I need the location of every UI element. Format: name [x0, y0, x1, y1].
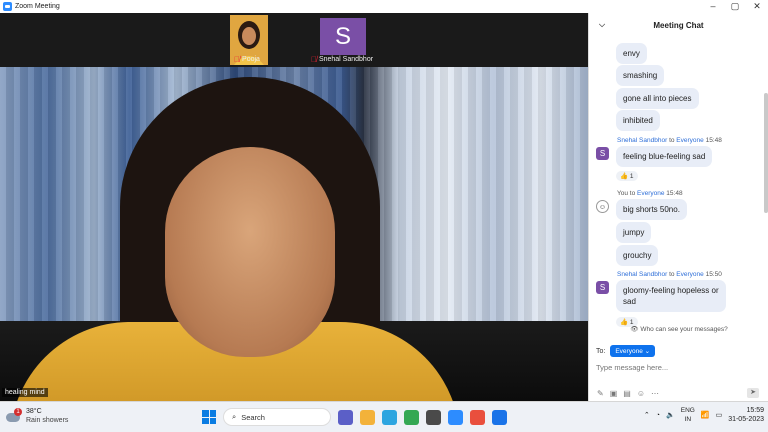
- chat-message-input[interactable]: [596, 360, 762, 374]
- volume-icon[interactable]: 🔈: [666, 411, 675, 419]
- sender-avatar: S: [596, 147, 609, 160]
- eye-icon: 👁: [630, 326, 639, 333]
- mic-muted-icon: 🎙̸: [234, 55, 241, 64]
- to-label: To:: [596, 347, 606, 355]
- calculator-icon[interactable]: [426, 409, 441, 425]
- chat-title: Meeting Chat: [653, 20, 704, 30]
- participant-tile-pooja[interactable]: 🎙̸ Pooja: [202, 15, 292, 65]
- format-icon[interactable]: ✎: [597, 389, 604, 398]
- system-tray: ⌃ ◔ 🔈 ENG IN 📶 ▭ 15:59 31-05-2023: [644, 406, 764, 424]
- more-icon[interactable]: ⋯: [651, 389, 659, 398]
- message-meta: Snehal Sandbhor to Everyone 15:50: [617, 271, 722, 278]
- language-indicator[interactable]: ENG IN: [681, 406, 695, 424]
- rain-cloud-icon: 1: [4, 408, 22, 424]
- reaction-badge[interactable]: 👍 1: [616, 171, 638, 181]
- video-stage: 🎙̸ Pooja S 🎙̸ Snehal Sandbhor healing mi…: [0, 13, 588, 401]
- chat-panel: ⌵ Meeting Chat envy smashing gone all in…: [588, 13, 768, 401]
- clock[interactable]: 15:59 31-05-2023: [728, 406, 764, 424]
- file-icon[interactable]: ▤: [623, 389, 631, 398]
- chat-message: gone all into pieces: [616, 88, 699, 109]
- window-controls: – ▢ ✕: [702, 0, 768, 13]
- chat-toolbar: ✎ ▣ ▤ ☺ ⋯: [597, 389, 659, 398]
- chat-message: jumpy: [616, 222, 652, 243]
- image-icon[interactable]: ▣: [610, 389, 618, 398]
- chrome-profile-icon[interactable]: [470, 409, 485, 425]
- participant-strip: 🎙̸ Pooja S 🎙̸ Snehal Sandbhor: [0, 13, 588, 67]
- network-icon[interactable]: ◔: [656, 412, 660, 419]
- active-speaker-video: healing mind: [0, 67, 588, 401]
- weather-desc: Rain showers: [26, 417, 69, 424]
- windows-taskbar: 1 38°C Rain showers ⌕ Search ⌃ ◔ 🔈 ENG I…: [0, 401, 768, 432]
- speaker-name-label: healing mind: [2, 388, 48, 397]
- windows-start-icon[interactable]: [202, 410, 216, 424]
- send-icon[interactable]: ➤: [747, 388, 759, 398]
- zoom-app-icon: [3, 2, 12, 11]
- message-meta: Snehal Sandbhor to Everyone 15:48: [617, 137, 722, 144]
- zoom-icon[interactable]: [448, 409, 463, 425]
- weather-alert-badge: 1: [14, 408, 22, 416]
- taskbar-search[interactable]: ⌕ Search: [223, 408, 331, 426]
- privacy-link[interactable]: 👁 Who can see your messages?: [589, 325, 768, 333]
- chat-message-list[interactable]: envy smashing gone all into pieces inhib…: [589, 37, 763, 333]
- chat-message: envy: [616, 43, 647, 64]
- telegram-icon[interactable]: [382, 409, 397, 425]
- close-button[interactable]: ✕: [746, 0, 768, 13]
- battery-icon[interactable]: ▭: [716, 411, 723, 419]
- chat-message: gloomy-feeling hopeless or sad: [616, 280, 726, 312]
- window-titlebar: Zoom Meeting – ▢ ✕: [0, 0, 768, 13]
- chat-message: grouchy: [616, 245, 659, 266]
- maximize-button[interactable]: ▢: [724, 0, 746, 13]
- taskbar-apps: ⌕ Search: [202, 408, 507, 426]
- wifi-icon[interactable]: 📶: [701, 411, 710, 419]
- speaker-face: [165, 147, 335, 357]
- mic-muted-icon: 🎙̸: [310, 55, 317, 64]
- participant-avatar: S: [320, 18, 366, 55]
- file-explorer-icon[interactable]: [360, 409, 375, 425]
- chevron-down-icon[interactable]: ⌵: [599, 20, 605, 30]
- chat-message: feeling blue-feeling sad: [616, 146, 713, 167]
- weather-temp: 38°C: [26, 408, 42, 415]
- search-icon: ⌕: [232, 412, 237, 421]
- chat-message: smashing: [616, 65, 665, 86]
- chat-scrollbar[interactable]: [764, 93, 768, 213]
- recipient-row: To: Everyone ⌄: [596, 345, 656, 357]
- teams-chat-icon[interactable]: [338, 409, 353, 425]
- self-avatar-icon: ☺: [596, 200, 609, 213]
- emoji-icon[interactable]: ☺: [637, 389, 645, 398]
- weather-widget[interactable]: 1 38°C Rain showers: [4, 407, 68, 425]
- window-title: Zoom Meeting: [15, 3, 60, 10]
- participant-tile-snehal[interactable]: S 🎙̸ Snehal Sandbhor: [292, 15, 392, 65]
- edge-icon[interactable]: [492, 409, 507, 425]
- chat-message: inhibited: [616, 110, 660, 131]
- minimize-button[interactable]: –: [702, 0, 724, 13]
- message-meta: You to Everyone 15:48: [617, 190, 683, 197]
- chevron-up-icon[interactable]: ⌃: [644, 411, 650, 419]
- sender-avatar: S: [596, 281, 609, 294]
- participant-name: Snehal Sandbhor: [318, 56, 374, 63]
- chrome-icon[interactable]: [404, 409, 419, 425]
- chat-message: big shorts 50no.: [616, 199, 687, 220]
- participant-name: Pooja: [242, 56, 260, 63]
- recipient-dropdown[interactable]: Everyone ⌄: [610, 345, 656, 357]
- chat-header: ⌵ Meeting Chat: [589, 13, 768, 37]
